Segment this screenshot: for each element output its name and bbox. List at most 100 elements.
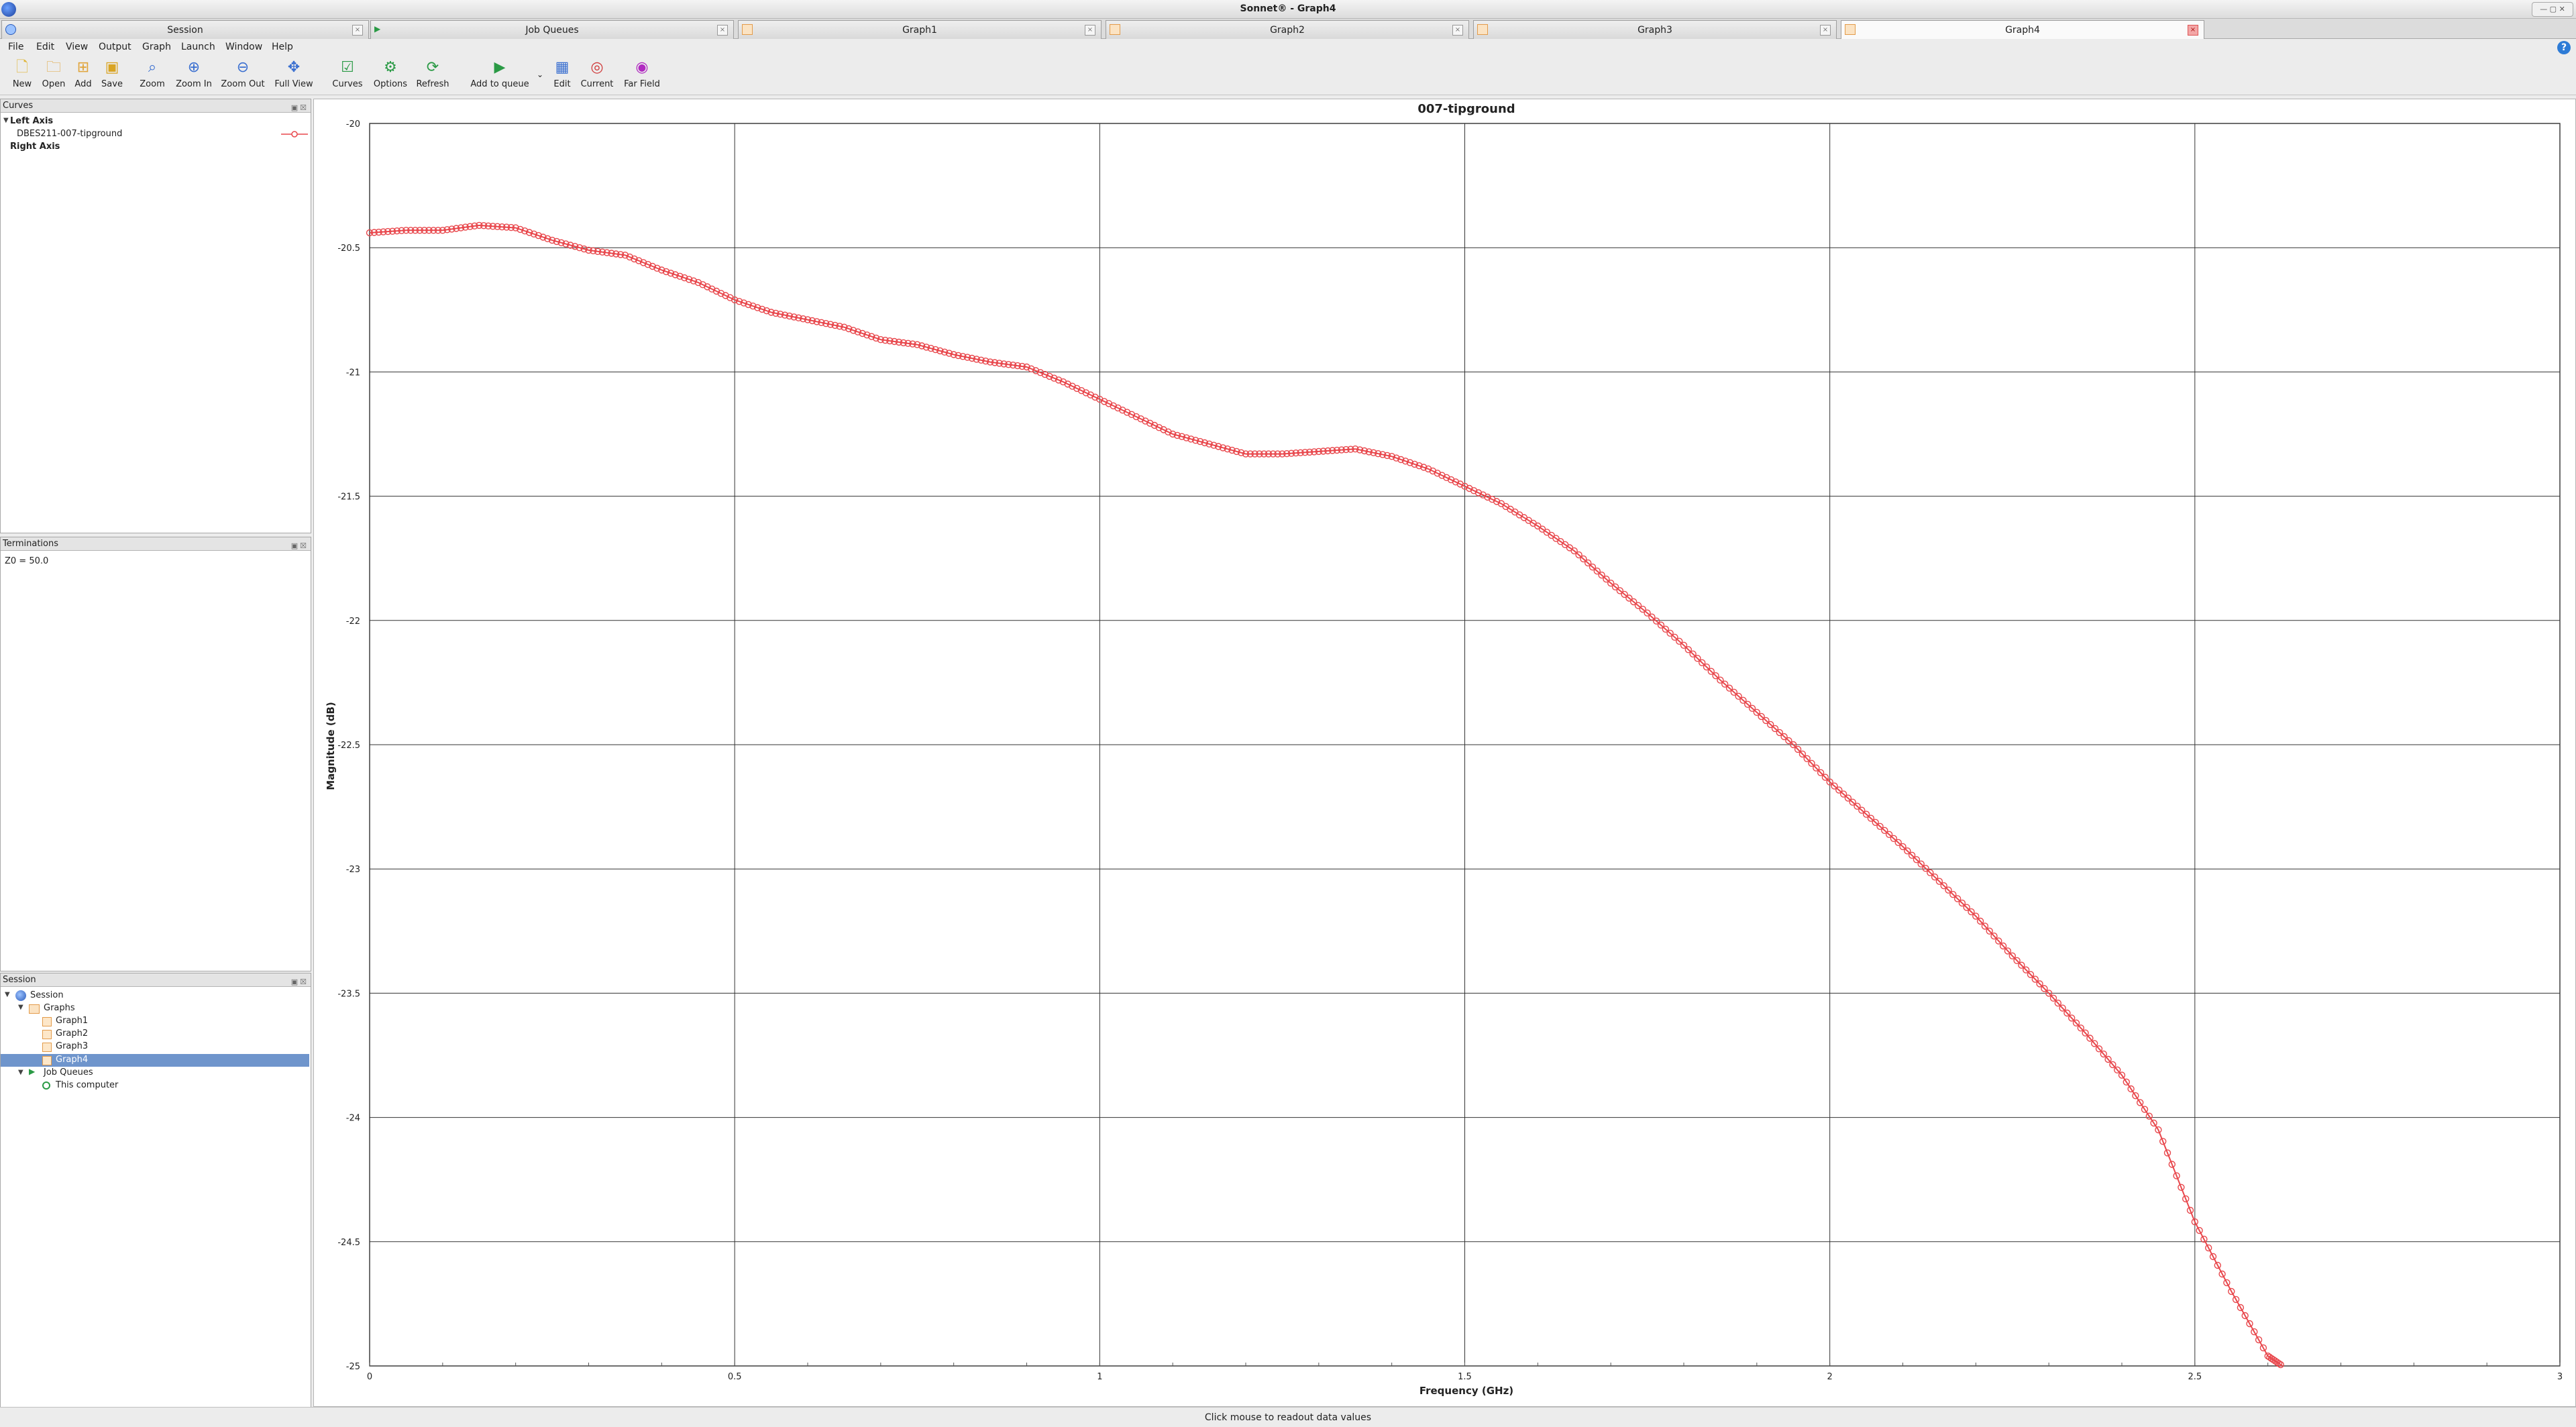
tree-item-graph1[interactable]: Graph1 [56, 1016, 88, 1026]
x-tick-label: 2.5 [2188, 1372, 2202, 1382]
refresh-button[interactable]: ⟳ Refresh [415, 59, 451, 89]
graph-icon [42, 1030, 52, 1039]
x-tick-label: 1 [1097, 1372, 1102, 1382]
tab-graph1[interactable]: Graph1 × [738, 20, 1102, 39]
tab-graph2[interactable]: Graph2 × [1106, 20, 1469, 39]
left-axis-label[interactable]: Left Axis [10, 116, 53, 126]
new-button[interactable]: 🗋 New [9, 59, 35, 89]
tree-item-graphs[interactable]: Graphs [44, 1003, 75, 1013]
curves-button[interactable]: ☑ Curves [331, 59, 364, 89]
x-axis-label: Frequency (GHz) [1419, 1385, 1513, 1397]
tab-graph3[interactable]: Graph3 × [1473, 20, 1837, 39]
tab-job-queues[interactable]: ▶ Job Queues × [370, 20, 734, 39]
zoom-out-button[interactable]: ⊖ Zoom Out [220, 59, 266, 89]
graph-area[interactable]: 007-tipground Frequency (GHz) Magnitude … [313, 99, 2576, 1407]
edit-icon: ▦ [555, 59, 570, 76]
x-tick-label: 2 [1827, 1372, 1833, 1382]
close-icon[interactable]: × [717, 25, 728, 36]
curves-panel-title: Curves [3, 101, 34, 111]
chart-title: 007-tipground [1417, 102, 1515, 116]
menu-window[interactable]: Window [225, 42, 262, 52]
edit-label: Edit [553, 79, 571, 89]
y-tick-label: -22.5 [337, 741, 360, 751]
right-axis-label[interactable]: Right Axis [10, 142, 60, 152]
far-field-button[interactable]: ◉ Far Field [621, 59, 663, 89]
y-tick-label: -21.5 [337, 492, 360, 503]
tree-item-graph3[interactable]: Graph3 [56, 1041, 88, 1051]
x-tick-label: 3 [2557, 1372, 2563, 1382]
close-icon[interactable]: × [1452, 25, 1463, 36]
menu-view[interactable]: View [66, 42, 88, 52]
tree-item-session[interactable]: Session [30, 990, 64, 1000]
full-view-button[interactable]: ✥ Full View [272, 59, 315, 89]
tab-label: Graph2 [1270, 25, 1305, 36]
curves-panel: Curves ▣☒ ▼ Left Axis DBES211-007-tipgro… [0, 99, 311, 533]
tab-graph4[interactable]: Graph4 × [1841, 20, 2204, 40]
menu-file[interactable]: File [8, 42, 23, 52]
folder-icon: 🗀 [46, 59, 61, 76]
options-button[interactable]: ⚙ Options [372, 59, 409, 89]
tree-item-this-computer[interactable]: This computer [56, 1080, 118, 1090]
zoom-in-label: Zoom In [176, 79, 212, 89]
close-icon[interactable]: × [2188, 25, 2198, 36]
help-icon[interactable]: ? [2557, 41, 2571, 54]
close-icon[interactable]: × [1085, 25, 1095, 36]
curve-item[interactable]: DBES211-007-tipground [17, 129, 122, 139]
y-tick-label: -20.5 [337, 244, 360, 254]
play-icon: ▶ [494, 59, 506, 76]
x-tick-label: 0.5 [728, 1372, 742, 1382]
panel-window-buttons[interactable]: ▣☒ [291, 539, 309, 553]
zoom-out-label: Zoom Out [221, 79, 265, 89]
edit-button[interactable]: ▦ Edit [550, 59, 574, 89]
close-icon[interactable]: × [352, 25, 363, 36]
open-button[interactable]: 🗀 Open [40, 59, 67, 89]
panel-window-buttons[interactable]: ▣☒ [291, 975, 309, 989]
chevron-down-icon: ⌄ [536, 70, 544, 79]
terminations-panel: Terminations ▣☒ Z0 = 50.0 [0, 537, 311, 971]
current-button[interactable]: ◎ Current [578, 59, 616, 89]
save-button[interactable]: ▣ Save [99, 59, 125, 89]
chevron-down-icon[interactable]: ▼ [3, 117, 9, 124]
chevron-down-icon[interactable]: ▼ [5, 991, 10, 998]
zoom-in-button[interactable]: ⊕ Zoom In [174, 59, 213, 89]
tree-item-graph2[interactable]: Graph2 [56, 1028, 88, 1039]
zoom-button[interactable]: ⌕ Zoom [138, 59, 166, 89]
menu-launch[interactable]: Launch [181, 42, 215, 52]
chart-svg[interactable]: 007-tipground Frequency (GHz) Magnitude … [314, 99, 2575, 1406]
status-bar: Click mouse to readout data values [0, 1407, 2576, 1427]
x-tick-label: 1.5 [1458, 1372, 1472, 1382]
add-button[interactable]: ⊞ Add [71, 59, 95, 89]
chevron-down-icon[interactable]: ▼ [18, 1069, 23, 1076]
tab-label: Graph1 [902, 25, 937, 36]
queue-dropdown-button[interactable]: ⌄ [535, 70, 545, 80]
current-label: Current [580, 79, 614, 89]
zoom-label: Zoom [140, 79, 165, 89]
tab-label: Graph3 [1638, 25, 1672, 36]
magnifier-icon: ⌕ [148, 59, 157, 76]
title-bar: Sonnet® - Graph4 — ▢ ✕ [0, 0, 2576, 19]
full-view-label: Full View [274, 79, 313, 89]
tab-label: Job Queues [525, 25, 579, 36]
menu-edit[interactable]: Edit [36, 42, 54, 52]
menu-help[interactable]: Help [272, 42, 293, 52]
window-controls[interactable]: — ▢ ✕ [2532, 2, 2573, 17]
z0-value: Z0 = 50.0 [5, 556, 49, 566]
folder-icon [29, 1004, 40, 1014]
graph-icon [42, 1043, 52, 1052]
far-field-label: Far Field [624, 79, 660, 89]
add-label: Add [74, 79, 92, 89]
zoom-in-icon: ⊕ [187, 59, 201, 76]
add-folder-icon: ⊞ [76, 59, 90, 76]
menu-graph[interactable]: Graph [142, 42, 171, 52]
menu-output[interactable]: Output [99, 42, 131, 52]
tree-item-graph4-label: Graph4 [56, 1055, 89, 1065]
close-icon[interactable]: × [1820, 25, 1831, 36]
panel-window-buttons[interactable]: ▣☒ [291, 101, 309, 115]
chevron-down-icon[interactable]: ▼ [18, 1004, 23, 1011]
tab-session[interactable]: Session × [1, 20, 369, 39]
new-label: New [12, 79, 32, 89]
tree-item-job-queues[interactable]: Job Queues [44, 1067, 93, 1077]
add-to-queue-button[interactable]: ▶ Add to queue [470, 59, 530, 89]
session-panel: Session ▣☒ ▼ Session ▼ Graphs Graph1 Gra… [0, 973, 311, 1408]
refresh-icon: ⟳ [426, 59, 439, 76]
